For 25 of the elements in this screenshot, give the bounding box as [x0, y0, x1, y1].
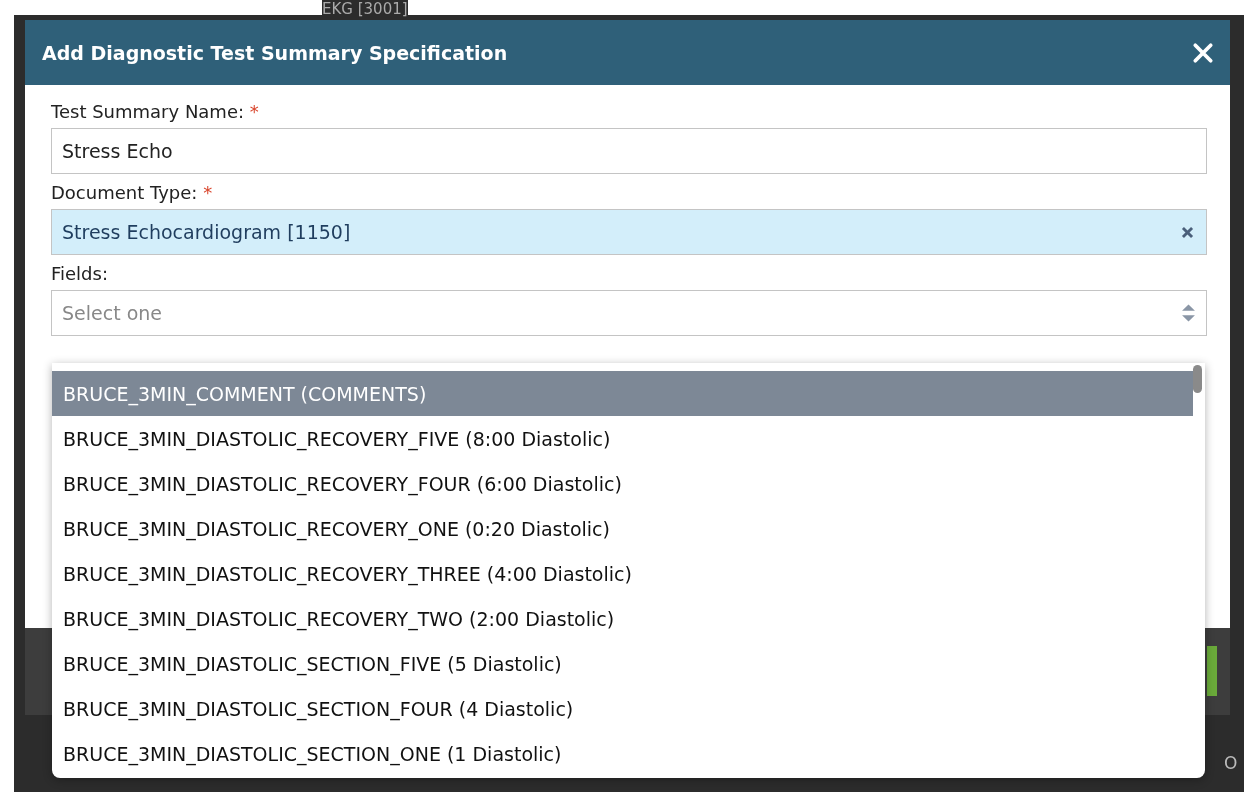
clear-icon[interactable]: [1181, 225, 1194, 239]
sort-arrows-icon: [1181, 303, 1196, 323]
background-text: O: [1224, 753, 1238, 773]
dropdown-option[interactable]: BRUCE_3MIN_DIASTOLIC_RECOVERY_FIVE (8:00 Diastolic): [52, 416, 1193, 461]
select-field[interactable]: Select one: [51, 290, 1207, 336]
scrollbar-thumb[interactable]: [1193, 365, 1202, 393]
tag-field[interactable]: Stress Echocardiogram [1150]: [51, 209, 1207, 255]
dropdown-option[interactable]: BRUCE_3MIN_DIASTOLIC_SECTION_FOUR (4 Diastolic): [52, 686, 1193, 731]
dropdown-option[interactable]: BRUCE_3MIN_DIASTOLIC_RECOVERY_ONE (0:20 Diastolic): [52, 506, 1193, 551]
dropdown-option[interactable]: BRUCE_3MIN_DIASTOLIC_RECOVERY_TWO (2:00 Diastolic): [52, 596, 1193, 641]
background-text: EKG [3001]: [322, 0, 408, 18]
required-mark: *: [249, 101, 259, 122]
dropdown-option[interactable]: BRUCE_3MIN_DIASTOLIC_RECOVERY_FOUR (6:00 Diastolic): [52, 461, 1193, 506]
required-mark: *: [203, 182, 213, 203]
field-label: Test Summary Name:: [51, 101, 245, 122]
close-icon[interactable]: [1192, 41, 1214, 64]
field-label: Fields:: [51, 263, 108, 284]
tag-value: Stress Echocardiogram [1150]: [62, 221, 351, 243]
dropdown-option[interactable]: BRUCE_3MIN_DIASTOLIC_RECOVERY_THREE (4:00 Diastolic): [52, 551, 1193, 596]
field-label: Document Type:: [51, 182, 198, 203]
dialog-title: Add Diagnostic Test Summary Specification: [42, 41, 508, 64]
text-field[interactable]: Stress Echo: [51, 128, 1207, 174]
dropdown-option[interactable]: BRUCE_3MIN_DIASTOLIC_SECTION_FIVE (5 Diastolic): [52, 641, 1193, 686]
dropdown-option[interactable]: BRUCE_3MIN_DIASTOLIC_SECTION_ONE (1 Diastolic): [52, 731, 1193, 776]
dropdown-option[interactable]: BRUCE_3MIN_COMMENT (COMMENTS): [52, 371, 1193, 416]
